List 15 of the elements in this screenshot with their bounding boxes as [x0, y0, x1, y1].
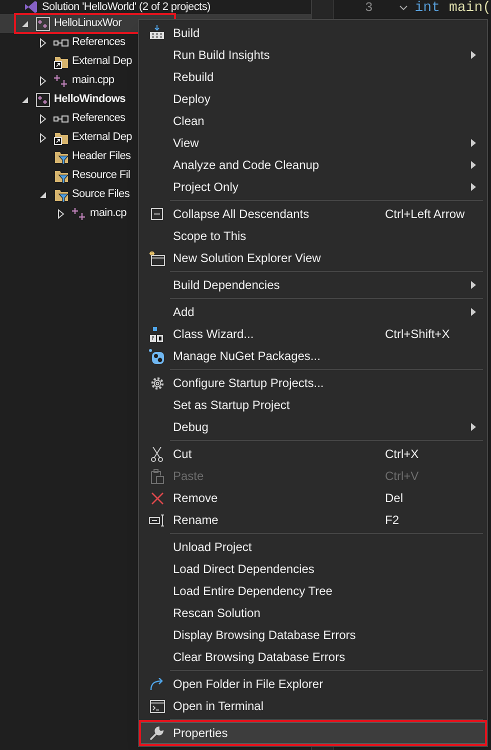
code-token: main( — [448, 0, 491, 16]
tree-label: References — [72, 36, 126, 49]
tree-label: Resource Fil — [72, 169, 130, 182]
tree-label: Header Files — [72, 150, 131, 163]
tree-label: Source Files — [72, 188, 130, 201]
tree-label: References — [72, 112, 126, 125]
tree-label: main.cp — [90, 207, 126, 220]
tree-label: main.cpp — [72, 74, 114, 87]
tree-label: External Dep — [72, 55, 132, 68]
tree-label: HelloLinuxWor — [54, 17, 122, 30]
line-number: 3 — [364, 0, 373, 16]
tree-label: External Dep — [72, 131, 132, 144]
tree-label: HelloWindows — [54, 93, 126, 106]
tree-label: Solution 'HelloWorld' (2 of 2 projects) — [42, 0, 210, 14]
code-token: int — [414, 0, 440, 16]
